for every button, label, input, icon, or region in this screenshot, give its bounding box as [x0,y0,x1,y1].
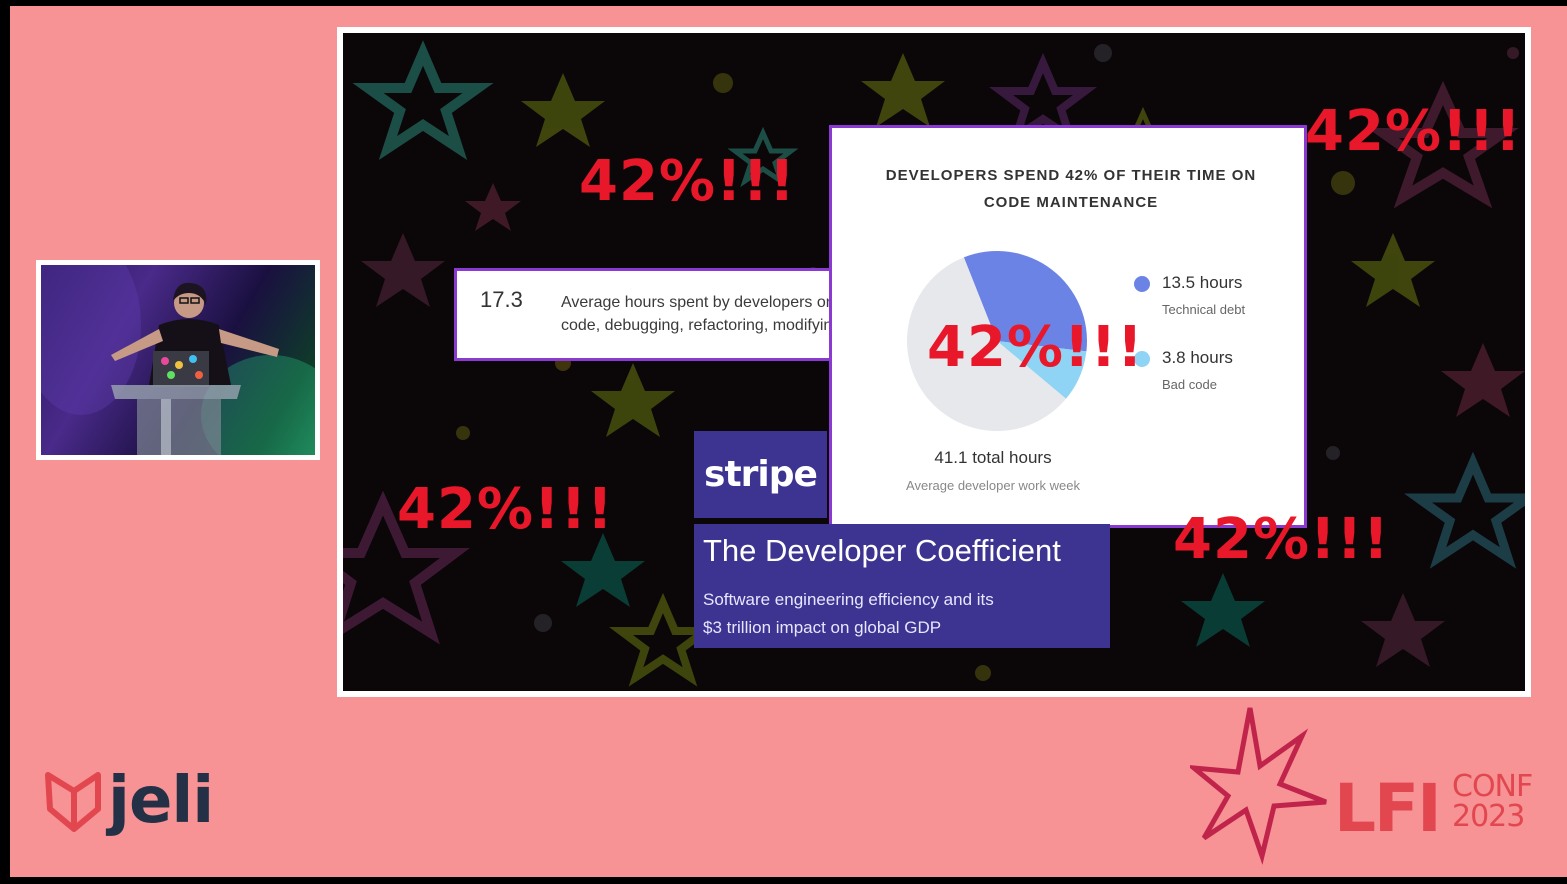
stream-background: 17.3 Average hours spent by developers o… [10,6,1567,877]
speaker-at-podium-icon [41,265,315,455]
report-subtitle: Software engineering efficiency and its … [703,586,1103,642]
emphasis-text-2: 42%!!! [927,315,1144,380]
speaker-video-frame [41,265,315,455]
speaker-webcam [36,260,320,460]
legend-label-bad-code: Bad code [1162,377,1217,392]
report-title-box: The Developer Coefficient Software engin… [694,524,1110,648]
legend-value-bad-code: 3.8 hours [1162,348,1233,367]
jeli-logo: jeli [44,764,214,838]
burst-star-icon [1190,707,1327,865]
legend-dot-technical-debt [1134,276,1150,292]
lfi-conf-logo: LFI CONF 2023 [1190,706,1540,866]
emphasis-text-3: 42%!!! [1305,99,1522,164]
report-subtitle-line-1: Software engineering efficiency and its [703,590,994,609]
emphasis-text-1: 42%!!! [579,149,796,214]
stat-value: 17.3 [480,287,523,312]
chart-title: DEVELOPERS SPEND 42% OF THEIR TIME ON CO… [885,167,1257,211]
jeli-mark-icon [45,772,101,832]
emphasis-text-4: 42%!!! [397,477,614,542]
emphasis-text-5: 42%!!! [1173,507,1390,572]
presentation-slide-frame: 17.3 Average hours spent by developers o… [337,27,1531,697]
total-hours: 41.1 total hours [934,448,1052,467]
legend-value-technical-debt: 13.5 hours [1162,273,1243,292]
legend-label-technical-debt: Technical debt [1162,302,1246,317]
lfi-wordmark: LFI [1334,770,1442,847]
conf-label: CONF [1452,769,1533,804]
conf-year: 2023 [1452,799,1525,834]
jeli-wordmark: jeli [108,764,214,838]
report-subtitle-line-2: $3 trillion impact on global GDP [703,618,942,637]
stripe-logo: stripe [694,431,827,518]
report-title: The Developer Coefficient [703,533,1061,568]
total-hours-label: Average developer work week [906,478,1080,493]
presentation-slide: 17.3 Average hours spent by developers o… [343,33,1525,691]
